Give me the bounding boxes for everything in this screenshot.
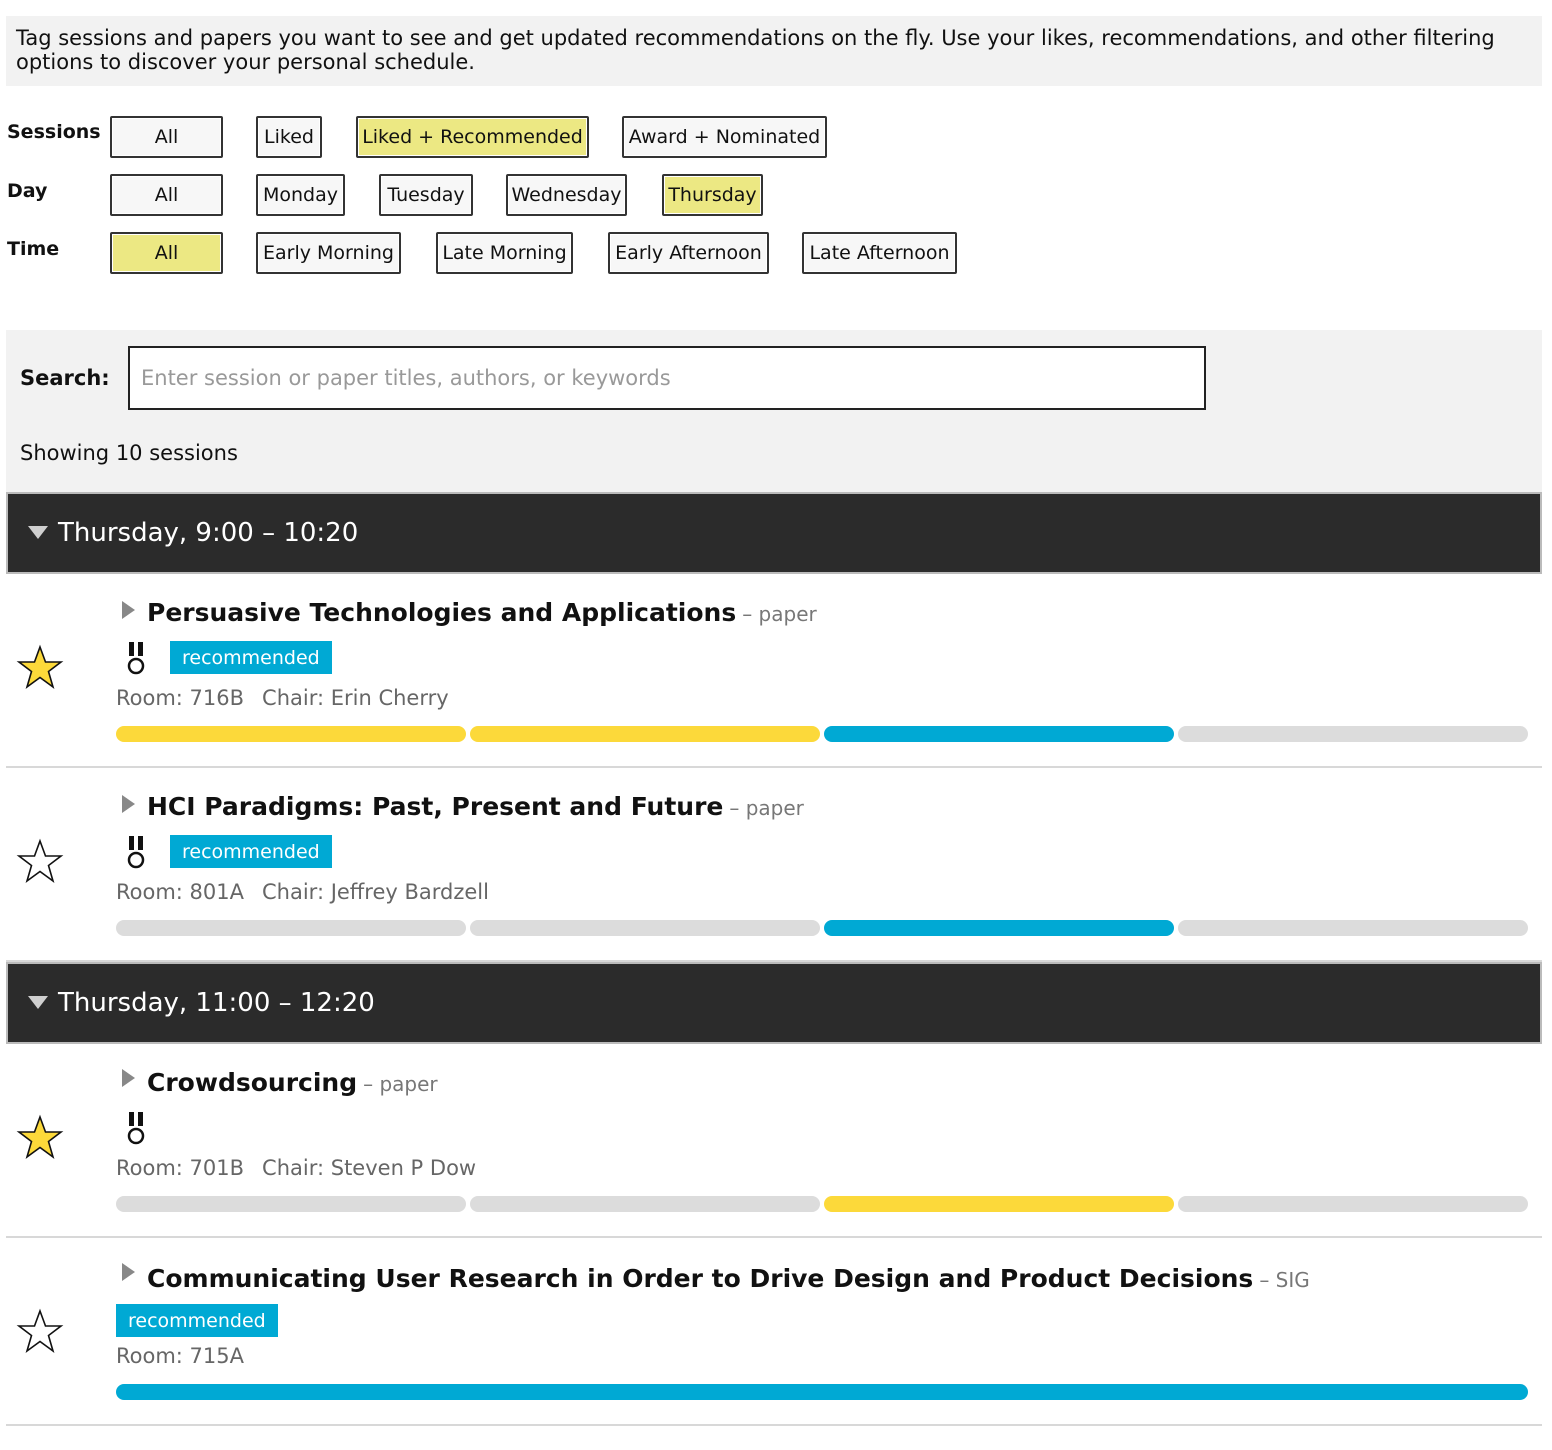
paper-segment[interactable] [1178, 726, 1528, 742]
session-room: Room: 701B [116, 1156, 245, 1180]
sessions-liked-button[interactable]: Liked [256, 116, 322, 158]
session-room: Room: 716B [116, 686, 245, 710]
session-row: Crowdsourcing – paper Room: 701B Chair: S… [6, 1044, 1542, 1238]
time-slot-header[interactable]: Thursday, 9:00 – 10:20 [6, 492, 1542, 574]
session-chair: Chair: Jeffrey Bardzell [262, 880, 489, 904]
paper-segment[interactable] [470, 920, 820, 936]
paper-segment[interactable] [116, 920, 466, 936]
time-filter-label: Time [7, 238, 60, 260]
time-early-morning-button[interactable]: Early Morning [256, 232, 401, 274]
time-slot-header[interactable]: Thursday, 11:00 – 12:20 [6, 962, 1542, 1044]
session-title[interactable]: Communicating User Research in Order to … [147, 1264, 1253, 1293]
day-monday-button[interactable]: Monday [256, 174, 345, 216]
paper-status-bar [116, 726, 1528, 742]
session-title[interactable]: Persuasive Technologies and Applications [147, 598, 736, 627]
session-title[interactable]: Crowdsourcing [147, 1068, 357, 1097]
paper-segment[interactable] [1178, 1196, 1528, 1212]
session-type: – SIG [1259, 1268, 1310, 1292]
session-room: Room: 801A [116, 880, 244, 904]
search-panel: Search: Showing 10 sessions [6, 330, 1542, 492]
session-row: Communicating User Research in Order to … [6, 1238, 1542, 1426]
session-type: – paper [729, 796, 804, 820]
paper-status-bar [116, 1196, 1528, 1212]
sessions-liked-recommended-button[interactable]: Liked + Recommended [356, 116, 589, 158]
recommended-badge: recommended [116, 1304, 278, 1337]
sessions-all-button[interactable]: All [110, 116, 223, 158]
session-chair: Chair: Steven P Dow [262, 1156, 477, 1180]
search-input[interactable] [128, 346, 1206, 410]
sessions-filter-label: Sessions [7, 121, 101, 143]
recommended-badge: recommended [170, 641, 332, 674]
day-filter-label: Day [7, 180, 48, 202]
paper-segment[interactable] [116, 1196, 466, 1212]
paper-segment-recommended[interactable] [824, 726, 1174, 742]
star-outline-icon[interactable] [16, 1308, 64, 1356]
medal-icon [127, 642, 145, 675]
time-all-button[interactable]: All [110, 232, 223, 274]
results-count: Showing 10 sessions [20, 441, 238, 465]
paper-status-bar [116, 920, 1528, 936]
time-late-morning-button[interactable]: Late Morning [436, 232, 573, 274]
star-filled-icon[interactable] [16, 644, 64, 692]
paper-segment-liked[interactable] [116, 726, 466, 742]
session-row: Persuasive Technologies and Applications… [6, 574, 1542, 768]
collapse-triangle-icon [28, 995, 48, 1009]
paper-segment-liked[interactable] [824, 1196, 1174, 1212]
day-all-button[interactable]: All [110, 174, 223, 216]
session-type: – paper [363, 1072, 438, 1096]
recommended-badge: recommended [170, 835, 332, 868]
paper-segment-recommended[interactable] [824, 920, 1174, 936]
session-chair: Chair: Erin Cherry [262, 686, 449, 710]
search-label: Search: [20, 366, 110, 390]
star-filled-icon[interactable] [16, 1114, 64, 1162]
time-early-afternoon-button[interactable]: Early Afternoon [608, 232, 769, 274]
day-wednesday-button[interactable]: Wednesday [506, 174, 627, 216]
collapse-triangle-icon [28, 525, 48, 539]
star-outline-icon[interactable] [16, 838, 64, 886]
paper-status-bar [116, 1384, 1528, 1400]
paper-segment-liked[interactable] [470, 726, 820, 742]
medal-icon [127, 1112, 145, 1145]
session-type: – paper [742, 602, 817, 626]
intro-text: Tag sessions and papers you want to see … [6, 16, 1542, 86]
session-row: HCI Paradigms: Past, Present and Future … [6, 768, 1542, 962]
paper-segment-recommended[interactable] [116, 1384, 1528, 1400]
sessions-award-nominated-button[interactable]: Award + Nominated [622, 116, 827, 158]
paper-segment[interactable] [470, 1196, 820, 1212]
time-late-afternoon-button[interactable]: Late Afternoon [802, 232, 957, 274]
paper-segment[interactable] [1178, 920, 1528, 936]
day-thursday-button[interactable]: Thursday [662, 174, 763, 216]
session-room: Room: 715A [116, 1344, 244, 1368]
time-slot-title: Thursday, 11:00 – 12:20 [58, 988, 375, 1018]
medal-icon [127, 836, 145, 869]
session-title[interactable]: HCI Paradigms: Past, Present and Future [147, 792, 723, 821]
time-slot-title: Thursday, 9:00 – 10:20 [58, 518, 359, 548]
day-tuesday-button[interactable]: Tuesday [379, 174, 473, 216]
